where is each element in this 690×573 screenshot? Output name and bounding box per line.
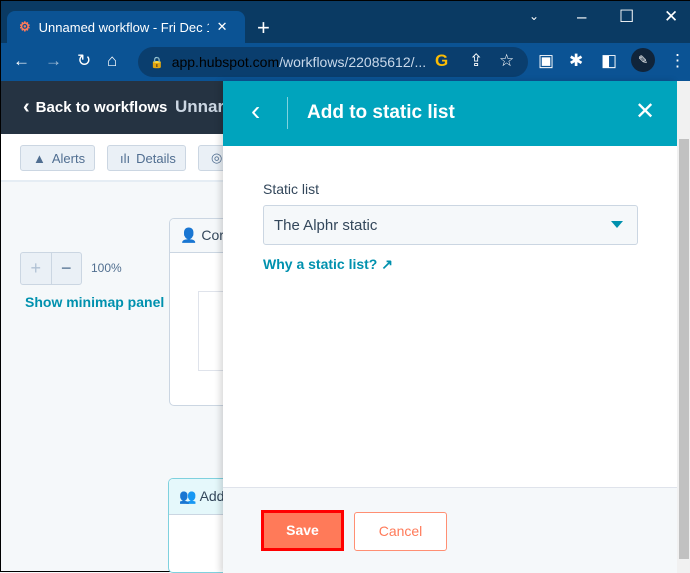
tab-title: Unnamed workflow - Fri Dec 16 2	[38, 19, 209, 35]
caret-down-icon	[611, 221, 623, 234]
why-static-list-link[interactable]: Why a static list? ↗	[263, 256, 393, 273]
panel-close-button[interactable]: ✕	[635, 97, 655, 126]
zoom-out-button[interactable]: −	[52, 253, 82, 284]
close-tab-icon[interactable]: ✕	[217, 19, 228, 35]
scrollbar[interactable]	[677, 81, 690, 573]
alerts-label: Alerts	[51, 150, 86, 166]
bookmark-star-icon[interactable]: ☆	[499, 51, 514, 71]
external-link-icon: ↗	[381, 256, 393, 272]
puzzle-icon[interactable]: ✱	[569, 51, 583, 71]
back-icon[interactable]: ←	[13, 51, 30, 71]
menu-icon[interactable]: ⋮	[669, 51, 686, 71]
profile-avatar[interactable]: ✎	[631, 48, 655, 72]
alerts-button[interactable]: ▲ Alerts	[20, 145, 95, 171]
browser-tab[interactable]: ⚙ Unnamed workflow - Fri Dec 16 2 ✕	[7, 11, 245, 43]
maximize-icon[interactable]: ☐	[619, 7, 634, 27]
target-icon: ◎	[211, 150, 223, 165]
help-link-label: Why a static list?	[263, 256, 378, 272]
forward-icon[interactable]: →	[45, 51, 62, 71]
people-icon: 👥	[179, 488, 197, 504]
lock-icon: 🔒	[150, 56, 164, 69]
workflow-title[interactable]: Unnar	[175, 97, 224, 117]
panel-header: ‹ Add to static list ✕	[223, 81, 677, 146]
back-label: Back to workflows	[35, 99, 168, 116]
reload-icon[interactable]: ↻	[77, 51, 91, 71]
cancel-button[interactable]: Cancel	[354, 512, 447, 551]
share-icon[interactable]: ⇪	[469, 51, 483, 71]
extension-icon[interactable]: ▣	[538, 51, 554, 71]
static-list-select[interactable]: The Alphr static	[263, 205, 638, 245]
cancel-label: Cancel	[378, 523, 423, 539]
zoom-level: 100%	[91, 261, 122, 275]
panel-title: Add to static list	[307, 102, 455, 123]
minimize-icon[interactable]: –	[577, 7, 586, 27]
hubspot-icon: ⚙	[19, 19, 31, 34]
tab-search-icon[interactable]: ⌄	[529, 9, 539, 23]
home-icon[interactable]: ⌂	[107, 51, 117, 71]
chart-icon: ılı	[120, 150, 131, 166]
close-window-icon[interactable]: ✕	[664, 7, 678, 27]
node1-label: Cor	[201, 227, 224, 243]
warning-icon: ▲	[33, 150, 46, 166]
show-minimap-link[interactable]: Show minimap panel	[25, 294, 164, 310]
node2-label: Add	[199, 488, 225, 504]
save-label: Save	[286, 522, 319, 538]
new-tab-icon[interactable]: +	[257, 15, 270, 41]
details-button[interactable]: ılı Details	[107, 145, 186, 171]
back-to-workflows-link[interactable]: ‹ Back to workflows	[23, 96, 167, 119]
static-list-label: Static list	[263, 181, 320, 197]
zoom-controls: + −	[20, 252, 82, 285]
save-button[interactable]: Save	[261, 510, 344, 551]
selected-value: The Alphr static	[274, 217, 378, 234]
details-label: Details	[136, 150, 176, 166]
url-host: app.hubspot.com	[171, 54, 280, 70]
contact-icon: 👤	[180, 227, 198, 243]
google-icon[interactable]: G	[435, 51, 448, 71]
url-path: /workflows/22085612/...	[279, 54, 427, 70]
side-panel-icon[interactable]: ◧	[601, 51, 617, 71]
zoom-in-button[interactable]: +	[21, 253, 52, 284]
action-panel: ‹ Add to static list ✕ Static list The A…	[223, 81, 677, 573]
chevron-left-icon: ‹	[23, 96, 30, 118]
panel-back-button[interactable]: ‹	[251, 95, 260, 127]
panel-footer: Save Cancel	[223, 487, 677, 573]
